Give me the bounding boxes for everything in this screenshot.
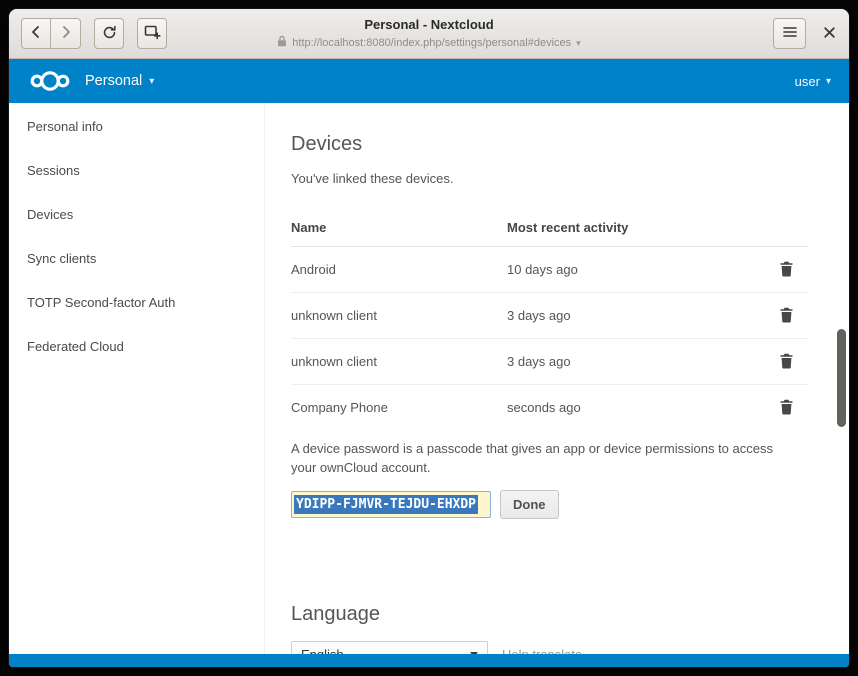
- table-row: Company Phone seconds ago: [291, 385, 808, 431]
- back-icon: [29, 25, 43, 42]
- actions-column-header: [764, 212, 808, 247]
- delete-device-button[interactable]: [777, 259, 796, 279]
- device-activity: 10 days ago: [507, 247, 764, 293]
- nextcloud-header: Personal ▾ user ▾: [9, 59, 849, 103]
- forward-icon: [59, 25, 73, 42]
- language-select[interactable]: English: [291, 641, 488, 654]
- language-selected-value: English: [301, 647, 344, 654]
- url-text: http://localhost:8080/index.php/settings…: [292, 37, 571, 51]
- url-bar[interactable]: http://localhost:8080/index.php/settings…: [277, 35, 580, 52]
- trash-icon: [779, 403, 794, 418]
- back-button[interactable]: [21, 18, 51, 49]
- browser-titlebar: Personal - Nextcloud http://localhost:80…: [9, 9, 849, 59]
- scrollbar-thumb[interactable]: [837, 329, 846, 427]
- device-name: Android: [291, 247, 507, 293]
- window-title: Personal - Nextcloud: [277, 17, 580, 33]
- nextcloud-logo-icon[interactable]: [27, 69, 73, 93]
- sidebar-item-totp[interactable]: TOTP Second-factor Auth: [9, 280, 264, 324]
- forward-button[interactable]: [51, 18, 81, 49]
- user-menu-caret-icon: ▾: [826, 76, 831, 87]
- device-activity: 3 days ago: [507, 293, 764, 339]
- trash-icon: [779, 357, 794, 372]
- sidebar-item-sync-clients[interactable]: Sync clients: [9, 236, 264, 280]
- settings-sidebar: Personal info Sessions Devices Sync clie…: [9, 103, 265, 654]
- device-activity: seconds ago: [507, 385, 764, 431]
- activity-column-header: Most recent activity: [507, 212, 764, 247]
- hamburger-icon: [782, 25, 798, 42]
- trash-icon: [779, 311, 794, 326]
- table-row: unknown client 3 days ago: [291, 293, 808, 339]
- app-menu-label: Personal: [85, 73, 142, 89]
- sidebar-item-federated-cloud[interactable]: Federated Cloud: [9, 324, 264, 368]
- device-password-value: YDIPP-FJMVR-TEJDU-EHXDP: [294, 495, 478, 514]
- sidebar-item-devices[interactable]: Devices: [9, 192, 264, 236]
- device-activity: 3 days ago: [507, 339, 764, 385]
- table-row: Android 10 days ago: [291, 247, 808, 293]
- help-translate-link[interactable]: Help translate: [502, 647, 582, 654]
- delete-device-button[interactable]: [777, 351, 796, 371]
- delete-device-button[interactable]: [777, 397, 796, 417]
- close-icon: [822, 25, 837, 43]
- sidebar-item-sessions[interactable]: Sessions: [9, 148, 264, 192]
- device-name: Company Phone: [291, 385, 507, 431]
- app-menu-caret-icon: ▾: [149, 76, 154, 87]
- name-column-header: Name: [291, 212, 507, 247]
- url-dropdown-icon[interactable]: ▾: [576, 38, 581, 49]
- devices-table: Name Most recent activity Android 10 day…: [291, 212, 808, 430]
- delete-device-button[interactable]: [777, 305, 796, 325]
- user-menu[interactable]: user ▾: [795, 74, 831, 89]
- close-button[interactable]: [822, 25, 837, 43]
- page-content: Personal info Sessions Devices Sync clie…: [9, 103, 849, 654]
- insecure-lock-icon: [277, 35, 287, 52]
- device-name: unknown client: [291, 339, 507, 385]
- device-password-row: YDIPP-FJMVR-TEJDU-EHXDP Done: [291, 490, 809, 519]
- browser-window: Personal - Nextcloud http://localhost:80…: [8, 8, 850, 668]
- done-button[interactable]: Done: [500, 490, 559, 519]
- main-content: Devices You've linked these devices. Nam…: [265, 103, 849, 654]
- reload-button[interactable]: [94, 18, 124, 49]
- menu-button[interactable]: [773, 18, 806, 49]
- device-password-note: A device password is a passcode that giv…: [291, 440, 791, 478]
- language-heading: Language: [291, 603, 809, 626]
- footer-strip: [9, 654, 849, 667]
- trash-icon: [779, 265, 794, 280]
- device-password-input[interactable]: YDIPP-FJMVR-TEJDU-EHXDP: [291, 491, 491, 518]
- new-tab-button[interactable]: [137, 18, 167, 49]
- table-row: unknown client 3 days ago: [291, 339, 808, 385]
- app-menu[interactable]: Personal ▾: [85, 73, 154, 89]
- device-name: unknown client: [291, 293, 507, 339]
- devices-heading: Devices: [291, 133, 809, 156]
- reload-icon: [102, 25, 117, 43]
- devices-subtitle: You've linked these devices.: [291, 171, 809, 186]
- scrollbar-track[interactable]: [835, 103, 849, 654]
- language-row: English Help translate: [291, 641, 809, 654]
- user-menu-label: user: [795, 74, 820, 89]
- sidebar-item-personal-info[interactable]: Personal info: [9, 104, 264, 148]
- table-header-row: Name Most recent activity: [291, 212, 808, 247]
- nav-button-group: [21, 18, 81, 49]
- select-caret-icon: [470, 652, 478, 654]
- new-tab-icon: [144, 25, 161, 43]
